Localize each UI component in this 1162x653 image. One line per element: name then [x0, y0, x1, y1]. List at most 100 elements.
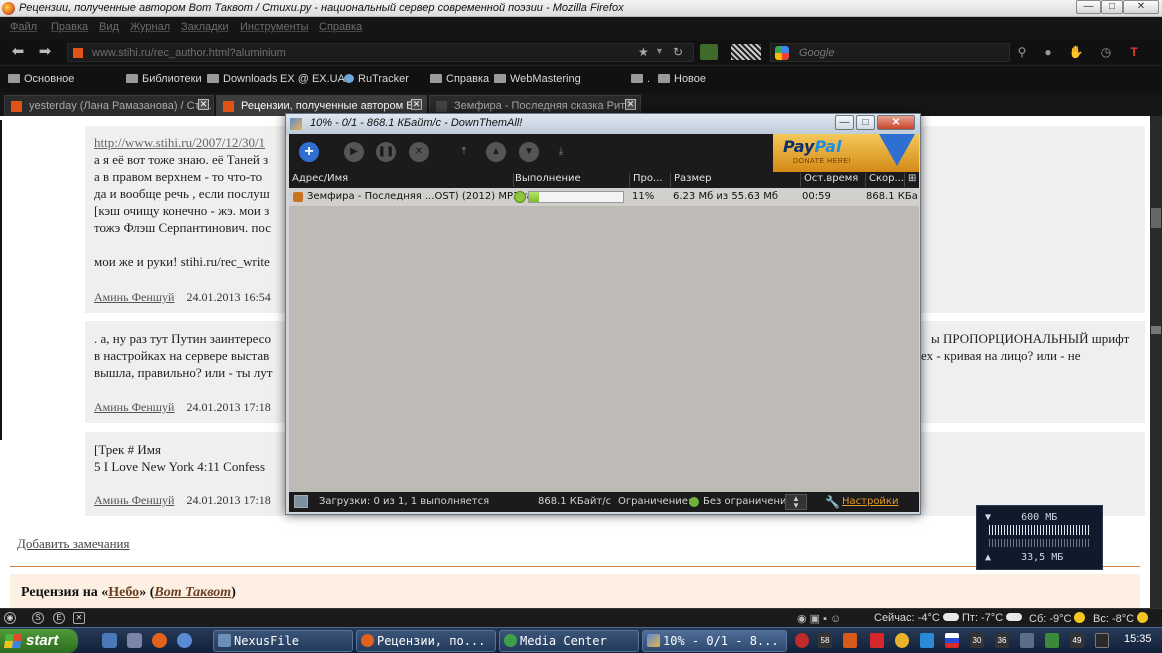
start-button[interactable]: start — [0, 629, 78, 653]
bookmark-star-icon[interactable]: ★ — [638, 45, 649, 59]
page-scrollbar[interactable] — [1150, 116, 1162, 608]
menu-bookmarks[interactable]: Закладки — [181, 21, 229, 33]
dta-maximize-button[interactable]: □ — [856, 115, 875, 130]
firefox-quicklaunch-icon[interactable] — [152, 633, 167, 648]
url-dropdown-icon[interactable]: ▼ — [655, 46, 664, 56]
addon-e-icon[interactable]: E — [53, 612, 65, 624]
recenzia-author-link[interactable]: Вот Таквот — [154, 585, 231, 600]
bookmark-downloads[interactable]: Downloads — [207, 73, 277, 85]
settings-link[interactable]: Настройки — [842, 496, 898, 507]
dta-minimize-button[interactable]: — — [835, 115, 854, 130]
weather-sun[interactable]: Вс: -8°С — [1093, 612, 1149, 625]
back-arrow-icon[interactable]: ⬅ — [7, 42, 29, 62]
dta-close-button[interactable]: ✕ — [877, 115, 915, 130]
col-percent[interactable]: Про... — [633, 173, 671, 187]
download-row[interactable]: Земфира - Последняя ...OST) (2012) MP3.r… — [289, 188, 919, 206]
menu-history[interactable]: Журнал — [130, 21, 170, 33]
bookmark-osnovnoe[interactable]: Основное — [8, 73, 74, 85]
reload-icon[interactable]: ↻ — [673, 45, 683, 59]
bookmark-dot[interactable]: . — [631, 73, 650, 85]
tray-counter-1[interactable]: 58 — [818, 633, 832, 648]
bookmark-rutracker[interactable]: RuTracker — [344, 73, 409, 85]
tray-counter-4[interactable]: 49 — [1070, 633, 1084, 648]
minimize-button[interactable]: — — [1076, 0, 1101, 14]
url-bar[interactable]: www.stihi.ru/rec_author.html?aluminium ★… — [67, 43, 694, 62]
bookmark-ex-ua[interactable]: EX @ EX.UA — [280, 73, 345, 85]
addon-circle-icon[interactable]: ● — [1039, 44, 1057, 60]
addon-s-icon[interactable]: S — [32, 612, 44, 624]
add-notes-link[interactable]: Добавить замечания — [17, 536, 130, 552]
addon-ring-icon[interactable]: ◉ — [4, 612, 16, 624]
close-button[interactable]: ✕ — [1123, 0, 1159, 14]
resume-icon[interactable]: ▶ — [344, 142, 364, 162]
tray-c-icon[interactable] — [870, 633, 884, 648]
menu-help[interactable]: Справка — [319, 21, 362, 33]
forward-arrow-icon[interactable]: ➡ — [34, 42, 56, 62]
tray-record-icon[interactable] — [795, 633, 809, 648]
bookmark-help[interactable]: Справка — [430, 73, 489, 85]
tray-network-icon[interactable] — [1095, 633, 1109, 648]
search-icon[interactable]: ⚲ — [1013, 44, 1031, 60]
language-flag-icon[interactable] — [945, 633, 959, 648]
home-icon[interactable] — [700, 44, 718, 60]
weather-now[interactable]: Сейчас: -4°С — [874, 612, 959, 624]
limit-spinner[interactable]: ▲ ▼ — [785, 494, 807, 510]
task-downthemall[interactable]: 10% - 0/1 - 8... — [642, 630, 787, 652]
review-author-link[interactable]: Аминь Феншуй — [94, 400, 174, 414]
review-link[interactable]: http://www.stihi.ru/2007/12/30/1 — [94, 135, 265, 151]
ie-quicklaunch-icon[interactable] — [177, 633, 192, 648]
menu-tools[interactable]: Инструменты — [240, 21, 309, 33]
addon-close-icon[interactable]: ✕ — [73, 612, 85, 624]
tray-monitor-icon[interactable] — [1020, 633, 1034, 648]
tray-counter-3[interactable]: 36 — [995, 633, 1009, 648]
addon-image-icon[interactable] — [731, 44, 761, 60]
tray-opera-icon[interactable] — [895, 633, 909, 648]
t-addon-icon[interactable]: T — [1125, 44, 1143, 60]
clock-addon-icon[interactable]: ◷ — [1097, 44, 1115, 60]
tab-yesterday[interactable]: yesterday (Лана Рамазанова) / Сти... ✕ — [4, 95, 214, 116]
tab-close-icon[interactable]: ✕ — [411, 99, 422, 110]
tray-green-icon[interactable] — [1045, 633, 1059, 648]
bookmark-libraries[interactable]: Библиотеки — [126, 73, 202, 85]
move-bottom-icon[interactable]: ⤓ — [551, 142, 571, 162]
quicklaunch-icon[interactable] — [127, 633, 142, 648]
task-media-center[interactable]: Media Center — [499, 630, 639, 652]
paypal-donate-button[interactable]: PayPal DONATE HERE! — [773, 134, 919, 172]
bookmark-new[interactable]: Новое — [658, 73, 706, 85]
tray-im-icon[interactable] — [920, 633, 934, 648]
col-remaining[interactable]: Ост.время — [804, 173, 866, 187]
move-down-icon[interactable]: ▼ — [519, 142, 539, 162]
limit-select[interactable]: Без ограничений — [703, 496, 793, 507]
maximize-button[interactable]: □ — [1101, 0, 1123, 14]
menu-file[interactable]: Файл — [10, 21, 37, 33]
scrollbar-thumb[interactable] — [1151, 208, 1161, 228]
addon-hand-icon[interactable]: ✋ — [1067, 44, 1085, 60]
task-nexusfile[interactable]: NexusFile — [213, 630, 353, 652]
tab-close-icon[interactable]: ✕ — [625, 99, 636, 110]
move-up-icon[interactable]: ▲ — [486, 142, 506, 162]
cancel-icon[interactable]: ✕ — [409, 142, 429, 162]
task-firefox[interactable]: Рецензии, по... — [356, 630, 496, 652]
recenzia-work-link[interactable]: Небо — [108, 585, 139, 600]
move-top-icon[interactable]: ⤒ — [454, 142, 474, 162]
show-desktop-icon[interactable] — [102, 633, 117, 648]
col-size[interactable]: Размер — [674, 173, 801, 187]
tray-app-icon[interactable] — [843, 633, 857, 648]
tab-close-icon[interactable]: ✕ — [198, 99, 209, 110]
column-picker-icon[interactable]: ⊞ — [908, 173, 918, 187]
col-progress[interactable]: Выполнение — [515, 173, 630, 187]
review-author-link[interactable]: Аминь Феншуй — [94, 290, 174, 304]
col-name[interactable]: Адрес/Имя — [292, 173, 514, 187]
queue-icon[interactable] — [294, 495, 308, 508]
col-speed[interactable]: Скор... — [869, 173, 905, 187]
menu-view[interactable]: Вид — [99, 21, 119, 33]
add-download-icon[interactable]: + — [299, 142, 319, 162]
tray-counter-2[interactable]: 30 — [970, 633, 984, 648]
weather-sat[interactable]: Сб: -9°С — [1029, 612, 1086, 625]
weather-fri[interactable]: Пт: -7°С — [962, 612, 1023, 624]
search-bar[interactable]: Google — [770, 43, 1010, 62]
menu-edit[interactable]: Правка — [51, 21, 88, 33]
taskbar-clock[interactable]: 15:35 — [1124, 633, 1152, 645]
review-author-link[interactable]: Аминь Феншуй — [94, 493, 174, 507]
pause-icon[interactable]: ❚❚ — [376, 142, 396, 162]
